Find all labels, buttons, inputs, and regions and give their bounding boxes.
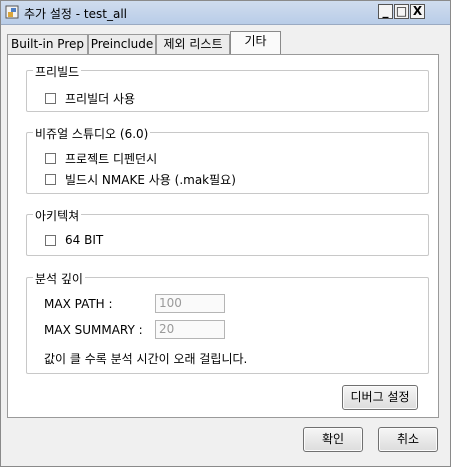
option-use-nmake[interactable]: 빌드시 NMAKE 사용 (.mak필요) xyxy=(45,171,236,188)
tab-panel-etc: 프리빌드 프리빌더 사용 비쥬얼 스튜디오 (6.0) 프로젝트 디펜던시 빌드… xyxy=(7,54,439,418)
tab-preinclude[interactable]: Preinclude xyxy=(88,34,156,54)
64-bit-checkbox[interactable] xyxy=(45,234,56,246)
tab-built-in-prep[interactable]: Built-in Prep xyxy=(7,34,88,54)
group-visual-studio: 비쥬얼 스튜디오 (6.0) 프로젝트 디펜던시 빌드시 NMAKE 사용 (.… xyxy=(26,125,429,194)
dialog-window: 추가 설정 - test_all _ □ X Built-in Prep Pre… xyxy=(0,0,451,467)
use-nmake-label: 빌드시 NMAKE 사용 (.mak필요) xyxy=(65,173,236,187)
title-bar[interactable]: 추가 설정 - test_all _ □ X xyxy=(1,1,450,25)
close-button[interactable]: X xyxy=(410,4,425,19)
use-prebuilder-checkbox[interactable] xyxy=(45,93,56,104)
max-summary-input[interactable]: 20 xyxy=(155,320,225,339)
group-prebuild-title: 프리빌드 xyxy=(33,63,82,80)
group-architecture: 아키텍쳐 64 BIT xyxy=(26,207,429,256)
group-visual-studio-title: 비쥬얼 스튜디오 (6.0) xyxy=(33,125,151,142)
group-prebuild: 프리빌드 프리빌더 사용 xyxy=(26,63,429,112)
max-path-label: MAX PATH : xyxy=(44,297,113,311)
minimize-button[interactable]: _ xyxy=(378,4,393,19)
group-analysis-depth-title: 분석 깊이 xyxy=(33,270,85,287)
project-dependency-label: 프로젝트 디펜던시 xyxy=(65,152,158,166)
cancel-button[interactable]: 취소 xyxy=(378,427,438,452)
64-bit-label: 64 BIT xyxy=(65,233,104,247)
analysis-depth-note: 값이 클 수록 분석 시간이 오래 걸립니다. xyxy=(44,352,248,366)
use-prebuilder-label: 프리빌더 사용 xyxy=(65,92,136,106)
maximize-button[interactable]: □ xyxy=(394,4,409,19)
group-analysis-depth: 분석 깊이 MAX PATH : 100 MAX SUMMARY : 20 값이… xyxy=(26,270,429,374)
tab-exclude-list[interactable]: 제외 리스트 xyxy=(156,34,230,54)
tab-etc[interactable]: 기타 xyxy=(230,31,281,55)
window-title: 추가 설정 - test_all xyxy=(24,7,128,21)
ok-button[interactable]: 확인 xyxy=(303,427,363,452)
project-dependency-checkbox[interactable] xyxy=(45,153,56,164)
option-project-dependency[interactable]: 프로젝트 디펜던시 xyxy=(45,150,157,167)
option-use-prebuilder[interactable]: 프리빌더 사용 xyxy=(45,90,135,107)
max-summary-label: MAX SUMMARY : xyxy=(44,323,143,337)
option-64-bit[interactable]: 64 BIT xyxy=(45,233,103,247)
debug-settings-button[interactable]: 디버그 설정 xyxy=(342,385,418,410)
use-nmake-checkbox[interactable] xyxy=(45,174,56,185)
app-icon xyxy=(5,5,19,19)
group-architecture-title: 아키텍쳐 xyxy=(33,207,82,224)
max-path-input[interactable]: 100 xyxy=(155,294,225,313)
